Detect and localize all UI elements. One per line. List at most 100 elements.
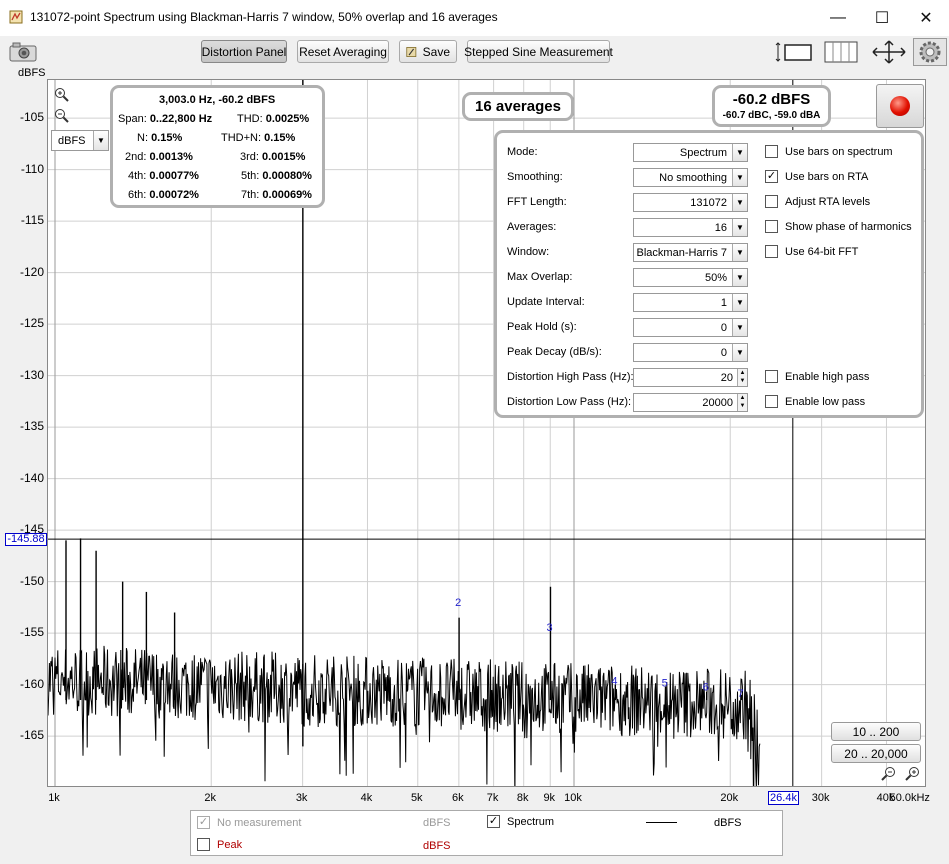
- bars-rta-checkbox[interactable]: ✓ Use bars on RTA: [765, 170, 868, 183]
- cursor-level-readout: -145.88: [5, 533, 47, 546]
- range-20-20000-button[interactable]: 20 .. 20,000: [831, 744, 921, 763]
- chevron-down-icon: ▼: [732, 169, 747, 186]
- x-zoom-out-icon[interactable]: [880, 766, 896, 782]
- high-pass-stepper[interactable]: 20 ▲ ▼: [633, 368, 748, 387]
- spectrum-trace: [48, 645, 761, 786]
- peak-hold-select[interactable]: 0 ▼: [633, 318, 748, 337]
- zoom-in-icon[interactable]: [54, 87, 70, 103]
- spectrum-unit: dBFS: [714, 817, 742, 829]
- peak-decay-value: 0: [720, 347, 727, 359]
- record-button[interactable]: [876, 84, 924, 128]
- stepped-sine-button[interactable]: Stepped Sine Measurement: [464, 40, 613, 63]
- averages-select[interactable]: 16 ▼: [633, 218, 748, 237]
- y-tick-label: -155: [19, 625, 44, 640]
- save-icon: [406, 46, 417, 57]
- h2-value: 0.0013%: [149, 151, 193, 163]
- smoothing-select[interactable]: No smoothing ▼: [633, 168, 748, 187]
- y-tick-label: -125: [19, 316, 44, 331]
- save-button[interactable]: Save: [399, 40, 457, 63]
- enable-low-pass-checkbox[interactable]: Enable low pass: [765, 395, 865, 408]
- max-overlap-label: Max Overlap:: [507, 271, 573, 283]
- spectrum-label: Spectrum: [507, 815, 555, 828]
- range-10-200-button[interactable]: 10 .. 200: [831, 722, 921, 741]
- checkmark-icon: ✓: [197, 816, 210, 829]
- peak-entry[interactable]: Peak: [197, 838, 242, 851]
- minimize-button[interactable]: —: [818, 6, 858, 30]
- bars-spectrum-label: Use bars on spectrum: [785, 145, 893, 158]
- phase-harmonics-checkbox[interactable]: Show phase of harmonics: [765, 220, 912, 233]
- low-pass-value: 20000: [702, 397, 733, 409]
- title-bar: 131072-point Spectrum using Blackman-Har…: [0, 0, 949, 36]
- distortion-panel-button[interactable]: Distortion Panel: [201, 40, 287, 63]
- peak-unit: dBFS: [423, 840, 451, 852]
- no-measurement-entry[interactable]: ✓ No measurement: [197, 816, 301, 829]
- x-tick-label: 2k: [204, 792, 217, 804]
- h6-label: 6th:: [128, 189, 147, 201]
- enable-low-pass-label: Enable low pass: [785, 395, 866, 408]
- level-sub: -60.7 dBC, -59.0 dBA: [722, 110, 821, 121]
- max-overlap-select[interactable]: 50% ▼: [633, 268, 748, 287]
- x-tick-label: 20k: [720, 792, 739, 804]
- x-zoom-in-icon[interactable]: [904, 766, 920, 782]
- spectrum-line-swatch: [646, 822, 677, 823]
- y-tick-label: -130: [19, 367, 44, 382]
- averages-badge: 16 averages: [462, 92, 574, 121]
- stepper-arrows-icon[interactable]: ▲ ▼: [737, 369, 747, 386]
- adjust-rta-checkbox[interactable]: Adjust RTA levels: [765, 195, 870, 208]
- reset-averaging-button[interactable]: Reset Averaging: [297, 40, 389, 63]
- window-title: 131072-point Spectrum using Blackman-Har…: [30, 10, 498, 24]
- window-value: Blackman-Harris 7: [636, 247, 727, 259]
- checkbox-box: [765, 370, 778, 383]
- spectrum-entry[interactable]: ✓ Spectrum: [487, 815, 554, 828]
- checkbox-box: [765, 195, 778, 208]
- smoothing-label: Smoothing:: [507, 171, 563, 183]
- distortion-panel: 3,003.0 Hz, -60.2 dBFS Span: 0..22,800 H…: [110, 85, 325, 208]
- y-tick-label: -165: [19, 728, 44, 743]
- checkbox-box: [765, 395, 778, 408]
- y-tick-label: -120: [19, 264, 44, 279]
- averages-label: Averages:: [507, 221, 557, 233]
- fft-length-select[interactable]: 131072 ▼: [633, 193, 748, 212]
- x-tick-label: 8k: [516, 792, 529, 804]
- layout-icon[interactable]: [774, 38, 814, 66]
- zoom-out-icon[interactable]: [54, 108, 70, 124]
- settings-panel: Mode: Spectrum ▼ Smoothing: No smoothing ▼…: [494, 130, 924, 418]
- checkbox-box: [765, 145, 778, 158]
- camera-icon[interactable]: [9, 42, 37, 62]
- x-tick-label: 10k: [564, 792, 582, 804]
- peak-decay-select[interactable]: 0 ▼: [633, 343, 748, 362]
- bars-spectrum-checkbox[interactable]: Use bars on spectrum: [765, 145, 893, 158]
- update-interval-select[interactable]: 1 ▼: [633, 293, 748, 312]
- stepper-arrows-icon[interactable]: ▲ ▼: [737, 394, 747, 411]
- save-label: Save: [422, 44, 450, 59]
- noise-value: 0.15%: [151, 132, 183, 144]
- x-tick-label: 50.0kHz: [889, 792, 930, 804]
- thd-value: 0.0025%: [265, 113, 310, 125]
- h5-label: 5th:: [241, 170, 260, 182]
- enable-high-pass-checkbox[interactable]: Enable high pass: [765, 370, 869, 383]
- window-select[interactable]: Blackman-Harris 7 ▼: [633, 243, 748, 262]
- h4-value: 0.00077%: [149, 170, 199, 182]
- mode-value: Spectrum: [679, 147, 727, 159]
- h3-value: 0.0015%: [262, 151, 306, 163]
- harmonic-marker: 3: [546, 622, 552, 634]
- peak-label: Peak: [217, 838, 243, 851]
- x-tick-label: 30k: [811, 792, 830, 804]
- span-label: Span:: [118, 113, 147, 125]
- mode-select[interactable]: Spectrum ▼: [633, 143, 748, 162]
- app-icon: [9, 10, 23, 24]
- harmonic-marker: 4: [611, 675, 617, 687]
- fft-64bit-checkbox[interactable]: Use 64-bit FFT: [765, 245, 858, 258]
- close-button[interactable]: ✕: [906, 6, 946, 30]
- h6-value: 0.00072%: [149, 189, 199, 201]
- legend: ✓ No measurement dBFS ✓ Spectrum dBFS Pe…: [190, 810, 783, 856]
- resize-arrows-icon[interactable]: [870, 38, 908, 66]
- peak-decay-label: Peak Decay (dB/s):: [507, 346, 602, 358]
- h2-label: 2nd:: [125, 151, 147, 163]
- columns-icon[interactable]: [822, 38, 860, 66]
- unit-select[interactable]: dBFS ▼: [51, 130, 109, 151]
- maximize-button[interactable]: ☐: [862, 6, 902, 30]
- peak-hold-label: Peak Hold (s):: [507, 321, 577, 333]
- low-pass-stepper[interactable]: 20000 ▲ ▼: [633, 393, 748, 412]
- gear-icon[interactable]: [913, 38, 947, 66]
